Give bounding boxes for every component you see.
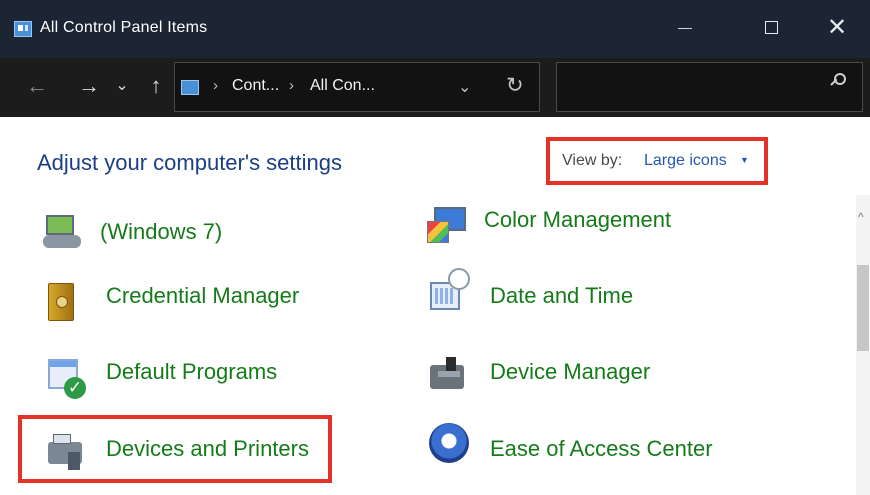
breadcrumb-separator-icon: ›	[213, 77, 218, 94]
ease-access-icon	[424, 421, 470, 467]
maximize-icon	[765, 21, 778, 34]
address-control-panel-icon	[181, 80, 199, 95]
view-by-highlight: View by: Large icons ▼	[546, 137, 768, 185]
view-by-dropdown-icon[interactable]: ▼	[740, 155, 749, 165]
close-button[interactable]: ✕	[804, 8, 870, 48]
item-label[interactable]: (Windows 7)	[100, 219, 222, 245]
credential-manager-icon	[40, 279, 86, 325]
default-programs-icon: ✓	[40, 355, 86, 401]
item-label[interactable]: Ease of Access Center	[490, 436, 713, 462]
scrollbar-thumb[interactable]	[857, 265, 869, 351]
scroll-up-icon[interactable]: ^	[858, 211, 868, 223]
view-by-label: View by:	[562, 152, 623, 169]
item-label[interactable]: Credential Manager	[106, 283, 299, 309]
devices-printers-highlight	[18, 415, 332, 483]
minimize-icon	[678, 28, 692, 29]
close-icon: ✕	[827, 14, 848, 41]
control-panel-icon	[14, 21, 32, 37]
minimize-button[interactable]	[650, 8, 720, 48]
color-management-icon	[424, 203, 470, 249]
backup-icon	[40, 215, 86, 261]
device-manager-icon	[424, 355, 470, 401]
title-bar: All Control Panel Items ✕	[0, 0, 870, 58]
refresh-icon[interactable]: ↻	[506, 73, 524, 98]
item-label[interactable]: Default Programs	[106, 359, 277, 385]
forward-button[interactable]: →	[74, 69, 104, 103]
item-label[interactable]: Color Management	[484, 207, 671, 233]
page-title: Adjust your computer's settings	[37, 150, 343, 175]
search-box[interactable]	[556, 62, 863, 112]
breadcrumb-all-items[interactable]: All Con...	[310, 77, 375, 95]
address-dropdown-icon[interactable]: ⌄	[458, 77, 471, 97]
view-by-selector[interactable]: Large icons	[644, 152, 727, 170]
breadcrumb-control-panel[interactable]: Cont...	[232, 77, 279, 95]
recent-locations-button[interactable]: ⌄	[111, 69, 133, 103]
address-bar: ← → ⌄ ↑ › Cont... › All Con... ⌄ ↻	[0, 58, 870, 117]
check-icon: ✓	[64, 377, 86, 399]
address-field[interactable]: › Cont... › All Con... ⌄ ↻	[174, 62, 540, 112]
vertical-scrollbar[interactable]: ^	[856, 195, 870, 495]
maximize-button[interactable]	[736, 8, 806, 48]
item-label[interactable]: Date and Time	[490, 283, 633, 309]
item-label[interactable]: Device Manager	[490, 359, 650, 385]
search-icon	[834, 73, 846, 85]
back-button[interactable]: ←	[22, 69, 52, 103]
up-button[interactable]: ↑	[143, 69, 169, 103]
window-title: All Control Panel Items	[40, 19, 208, 36]
breadcrumb-separator-icon: ›	[289, 77, 294, 94]
date-time-icon	[424, 268, 470, 314]
